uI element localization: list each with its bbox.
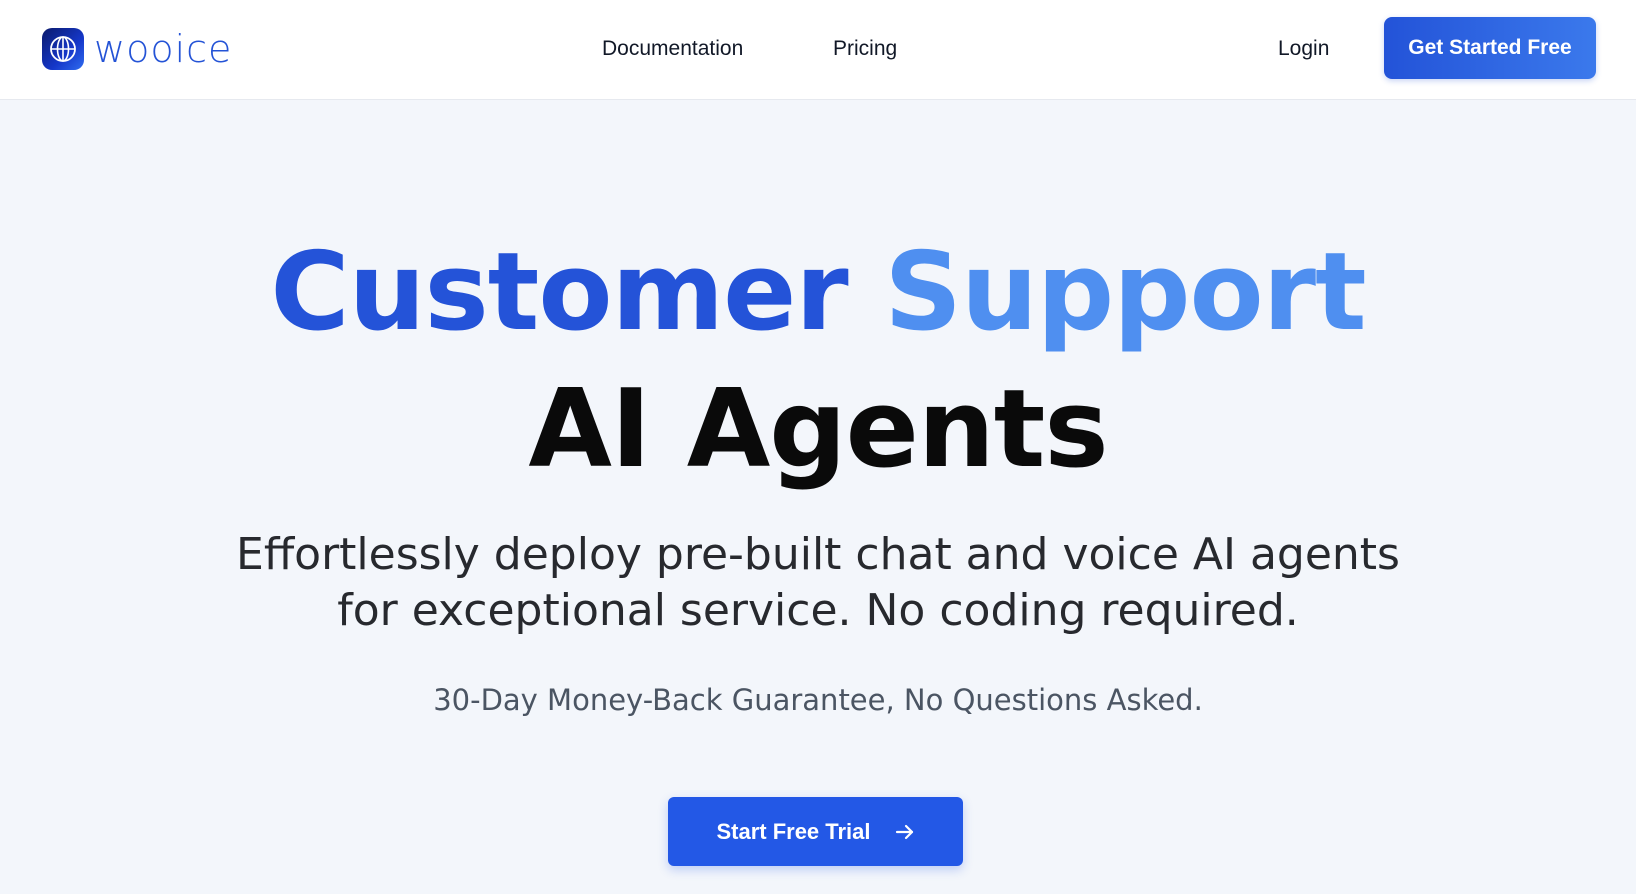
headline-word-support: Support — [884, 230, 1366, 355]
guarantee-text: 30-Day Money-Back Guarantee, No Question… — [433, 683, 1203, 717]
start-free-trial-button[interactable]: Start Free Trial — [668, 797, 963, 866]
arrow-right-icon — [895, 822, 915, 842]
headline-word-customer: Customer — [270, 230, 848, 355]
start-free-trial-label: Start Free Trial — [716, 818, 871, 844]
login-link[interactable]: Login — [1278, 34, 1329, 64]
hero-section: Customer Support AI Agents Effortlessly … — [0, 100, 1636, 894]
logo-text: wooice — [94, 27, 233, 71]
nav-link-pricing[interactable]: Pricing — [833, 34, 897, 64]
get-started-free-button[interactable]: Get Started Free — [1384, 17, 1596, 79]
globe-icon — [42, 28, 84, 70]
logo-link[interactable]: wooice — [42, 27, 232, 71]
hero-headline-line2: AI Agents — [528, 367, 1108, 492]
top-navbar: wooice Documentation Pricing Login Get S… — [0, 0, 1636, 100]
hero-headline: Customer Support — [0, 228, 1636, 358]
nav-link-documentation[interactable]: Documentation — [602, 34, 743, 64]
hero-subtitle: Effortlessly deploy pre-built chat and v… — [236, 529, 1400, 636]
